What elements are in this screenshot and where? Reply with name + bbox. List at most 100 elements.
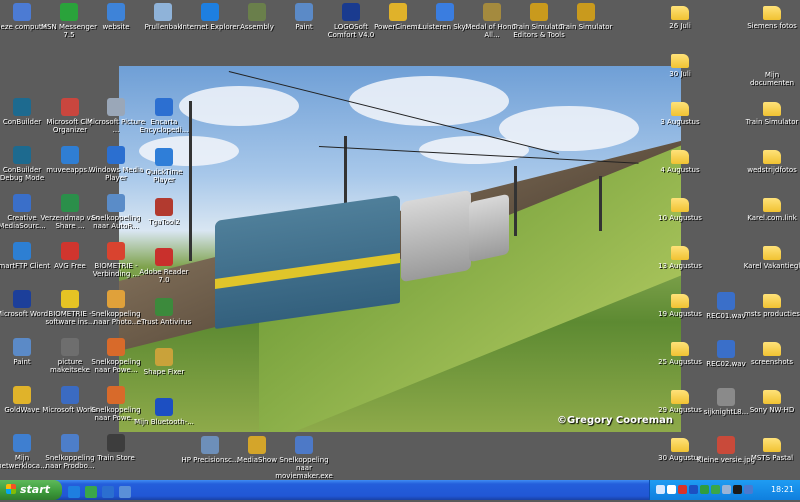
adobe-reader-icon [155,248,173,266]
computer-icon [13,3,31,21]
desktop-icon-label: 10 Augustus [658,214,702,222]
network-tray-icon[interactable] [656,485,665,494]
share-icon [61,194,79,212]
train-simulator-icon [530,3,548,21]
antivirus-tray-icon[interactable] [700,485,709,494]
shortcut-icon [107,290,125,308]
desktop-icon[interactable]: Encarta Encyclopedi... [134,98,194,134]
msn-icon [436,3,454,21]
desktop-icon-label: Train Simulator [745,118,799,126]
word-icon [13,290,31,308]
desktop-icon[interactable]: Karel.com.link [742,195,800,222]
desktop-icon[interactable]: screenshots [742,339,800,366]
shortcut-icon [107,194,125,212]
desktop-icon[interactable]: TgaTool2 [134,198,194,226]
desktop-icon-label: Encarta Encyclopedi... [139,118,189,134]
folder-icon [763,390,781,404]
desktop-icon[interactable]: msts producties [742,291,800,318]
medal-icon [483,3,501,21]
desktop-icon-label: Karel.com.link [747,214,797,222]
app-tray-icon[interactable] [733,485,742,494]
folder-icon [671,54,689,68]
msn-icon[interactable] [85,486,97,498]
desktop-icon[interactable]: 3 Augustus [650,99,710,126]
media-player-icon[interactable] [102,486,114,498]
powercinema-icon [389,3,407,21]
clock[interactable]: 18:21 [771,480,794,500]
muvee-icon [61,146,79,164]
windows-flag-icon [6,484,16,494]
desktop-icon[interactable]: eTrust Antivirus [134,298,194,326]
folder-icon [671,102,689,116]
show-desktop-icon[interactable] [119,486,131,498]
folder-icon [671,390,689,404]
start-label: start [20,483,50,496]
security-tray-icon[interactable] [678,485,687,494]
desktop-icon[interactable]: MSTS Pastal [742,435,800,462]
desktop-icon-label: eTrust Antivirus [136,318,192,326]
desktop-icon-label: 4 Augustus [660,166,700,174]
folder-icon [763,198,781,212]
ftp-icon [13,242,31,260]
desktop-icon[interactable]: 4 Augustus [650,147,710,174]
desktop-icon[interactable]: Mijn documenten [742,51,800,87]
picture-icon [61,338,79,356]
desktop-icon-label: Karel Vakantiegl [743,262,800,270]
desktop-icon[interactable]: 26 Juli [650,3,710,30]
safely-remove-tray-icon[interactable] [722,485,731,494]
msn-tray-icon[interactable] [711,485,720,494]
monitor-tray-icon[interactable] [744,485,753,494]
biometrie-icon [107,242,125,260]
desktop-icon[interactable]: Mijn Bluetooth-... [134,398,194,426]
internet-explorer-icon[interactable] [68,486,80,498]
desktop-icon[interactable]: wedstrijdfotos [742,147,800,174]
picture-icon [107,98,125,116]
clip-organizer-icon [61,98,79,116]
desktop-icon-label: 13 Augustus [658,262,702,270]
desktop[interactable]: ©Gregory Cooreman Deze computer MSN Messe… [0,0,800,480]
desktop-icon-label: Sony NW-HD [749,406,795,414]
desktop-icon[interactable]: Shape Fixer [134,348,194,376]
paint-icon [13,338,31,356]
paint-icon [295,3,313,21]
desktop-icon[interactable]: 30 Juli [650,51,710,78]
avg-icon [61,242,79,260]
desktop-icon[interactable]: 13 Augustus [650,243,710,270]
desktop-icon-label: Mijn Bluetooth-... [134,418,194,426]
system-tray: 18:21 [649,480,800,500]
desktop-icon-label: QuickTime Player [145,168,183,184]
desktop-icon-label: Shape Fixer [143,368,185,376]
folder-icon [763,6,781,20]
creative-icon [13,194,31,212]
bluetooth-tray-icon[interactable] [689,485,698,494]
desktop-icon[interactable]: Adobe Reader 7.0 [134,248,194,284]
desktop-icon[interactable]: QuickTime Player [134,148,194,184]
desktop-icon[interactable]: Train Store [86,434,146,462]
internet-explorer-icon [201,3,219,21]
folder-icon [671,342,689,356]
bluetooth-icon [155,398,173,416]
quicktime-icon [155,148,173,166]
volume-tray-icon[interactable] [667,485,676,494]
website-icon [107,3,125,21]
folder-icon [763,342,781,356]
desktop-icon-label: Adobe Reader 7.0 [139,268,189,284]
scanner-icon [201,436,219,454]
train-simulator-icon [577,3,595,21]
recycle-bin-icon [154,3,172,21]
image-file-icon [717,436,735,454]
shortcut-icon [107,386,125,404]
desktop-icon[interactable]: Sony NW-HD [742,387,800,414]
desktop-icon[interactable]: 10 Augustus [650,195,710,222]
wav-icon [717,292,735,310]
desktop-icon[interactable]: Train Simulator [556,3,616,31]
desktop-icon-label: MSTS Pastal [750,454,794,462]
desktop-icon[interactable]: Karel Vakantiegl [742,243,800,270]
quick-launch [68,483,136,498]
goldwave-icon [13,386,31,404]
start-button[interactable]: start [0,480,62,500]
folder-icon [671,438,689,452]
desktop-icon[interactable]: Snelkoppeling naar moviemaker.exe [274,436,334,480]
desktop-icon[interactable]: Siemens fotos [742,3,800,30]
desktop-icon[interactable]: Train Simulator [742,99,800,126]
